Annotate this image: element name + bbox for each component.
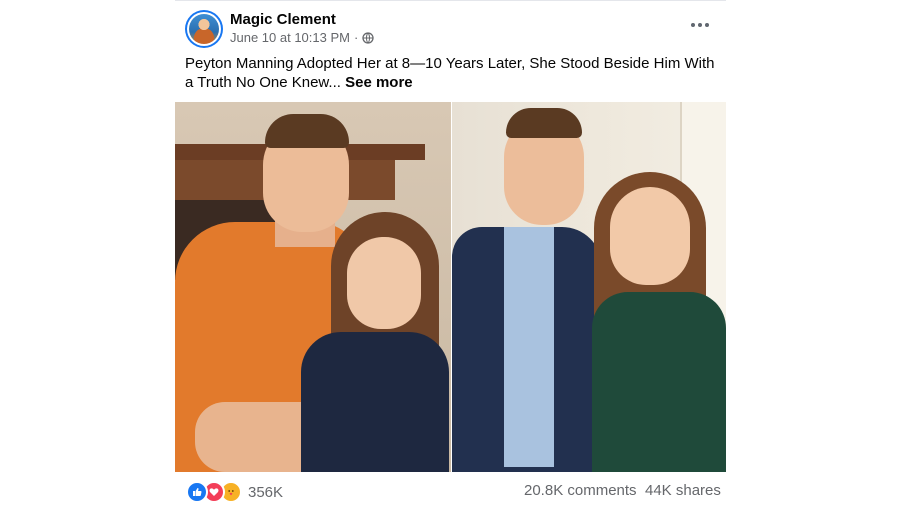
- reaction-count: 356K: [248, 483, 284, 501]
- post-header: Magic Clement June 10 at 10:13 PM ·: [175, 8, 726, 52]
- man-hair-right: [506, 108, 582, 138]
- photo-left-panel: [175, 102, 451, 472]
- post-photo[interactable]: [175, 102, 726, 472]
- more-dot: [691, 23, 695, 27]
- more-dot: [698, 23, 702, 27]
- woman-dress: [592, 292, 726, 472]
- shares-count[interactable]: 44K shares: [645, 482, 721, 499]
- caption-text: Peyton Manning Adopted Her at 8—10 Years…: [185, 55, 715, 91]
- author-name[interactable]: Magic Clement: [230, 11, 336, 28]
- post-caption: Peyton Manning Adopted Her at 8—10 Years…: [185, 54, 715, 92]
- man-shirt-blue: [504, 227, 554, 467]
- photo-right-panel: [452, 102, 726, 472]
- post-top-border: [175, 0, 726, 1]
- see-more-link[interactable]: See more: [345, 74, 413, 91]
- post-meta: June 10 at 10:13 PM ·: [230, 30, 374, 45]
- woman-face: [610, 187, 690, 285]
- post-footer: 356K 20.8K comments 44K shares: [175, 474, 726, 506]
- globe-icon[interactable]: [362, 31, 374, 44]
- post-timestamp[interactable]: June 10 at 10:13 PM: [230, 30, 350, 45]
- girl-face: [347, 237, 421, 329]
- girl-dress: [301, 332, 449, 472]
- avatar-image: [189, 14, 219, 44]
- avatar-ring: [187, 12, 221, 46]
- comments-count[interactable]: 20.8K comments: [524, 482, 637, 499]
- more-dot: [705, 23, 709, 27]
- reactions-summary[interactable]: 356K: [186, 481, 283, 503]
- more-options-button[interactable]: [686, 15, 714, 35]
- man-hair: [265, 114, 349, 148]
- meta-separator: ·: [353, 30, 359, 45]
- author-avatar[interactable]: [185, 10, 223, 48]
- feed-post: Magic Clement June 10 at 10:13 PM · Peyt…: [175, 0, 726, 506]
- like-icon: [186, 481, 208, 503]
